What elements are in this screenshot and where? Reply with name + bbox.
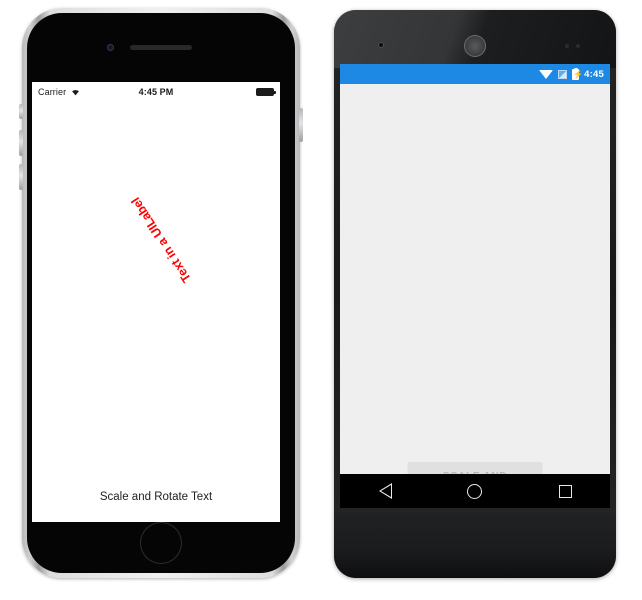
battery-icon	[256, 88, 276, 96]
wifi-icon	[70, 87, 81, 98]
iphone-device: Carrier 4:45 PM Text in a UILabel Scale …	[19, 8, 303, 578]
iphone-power-button[interactable]	[299, 108, 303, 142]
home-circle-icon[interactable]	[467, 483, 483, 499]
recents-square-icon[interactable]	[558, 484, 572, 498]
sensor-dot	[576, 44, 580, 48]
android-nav-bar	[340, 474, 610, 508]
earpiece-speaker	[464, 35, 486, 57]
ios-bottom-title: Scale and Rotate Text	[99, 491, 213, 503]
iphone-home-button[interactable]	[140, 522, 182, 564]
proximity-sensors	[565, 44, 580, 48]
wifi-icon	[539, 69, 554, 79]
carrier-label: Carrier	[38, 87, 67, 97]
android-device: ⚡ 4:45 Text in a TextView SCALE AND ROTA…	[334, 10, 616, 578]
ios-clock: 4:45 PM	[138, 87, 174, 97]
back-triangle-icon[interactable]	[378, 483, 393, 499]
iphone-silent-switch[interactable]	[19, 104, 23, 119]
iphone-volume-down-button[interactable]	[19, 164, 23, 190]
front-camera-icon	[107, 44, 114, 51]
front-camera-icon	[378, 42, 384, 48]
ios-status-left: Carrier	[38, 87, 110, 98]
ios-status-bar: Carrier 4:45 PM	[32, 82, 280, 102]
android-clock: 4:45	[584, 68, 604, 80]
ios-screen: Carrier 4:45 PM Text in a UILabel Scale …	[32, 82, 280, 522]
iphone-volume-up-button[interactable]	[19, 130, 23, 156]
screenshot-stage: Carrier 4:45 PM Text in a UILabel Scale …	[0, 0, 642, 600]
android-status-bar: ⚡ 4:45	[340, 64, 610, 84]
ios-rotated-uilabel: Text in a UILabel	[128, 194, 194, 285]
android-bottom-bezel	[334, 512, 616, 578]
earpiece-speaker	[130, 45, 192, 50]
signal-icon	[558, 69, 568, 79]
android-screen: ⚡ 4:45 Text in a TextView SCALE AND ROTA…	[340, 64, 610, 508]
battery-charging-icon: ⚡	[572, 68, 584, 80]
sensor-dot	[565, 44, 569, 48]
ios-status-right	[202, 88, 276, 96]
